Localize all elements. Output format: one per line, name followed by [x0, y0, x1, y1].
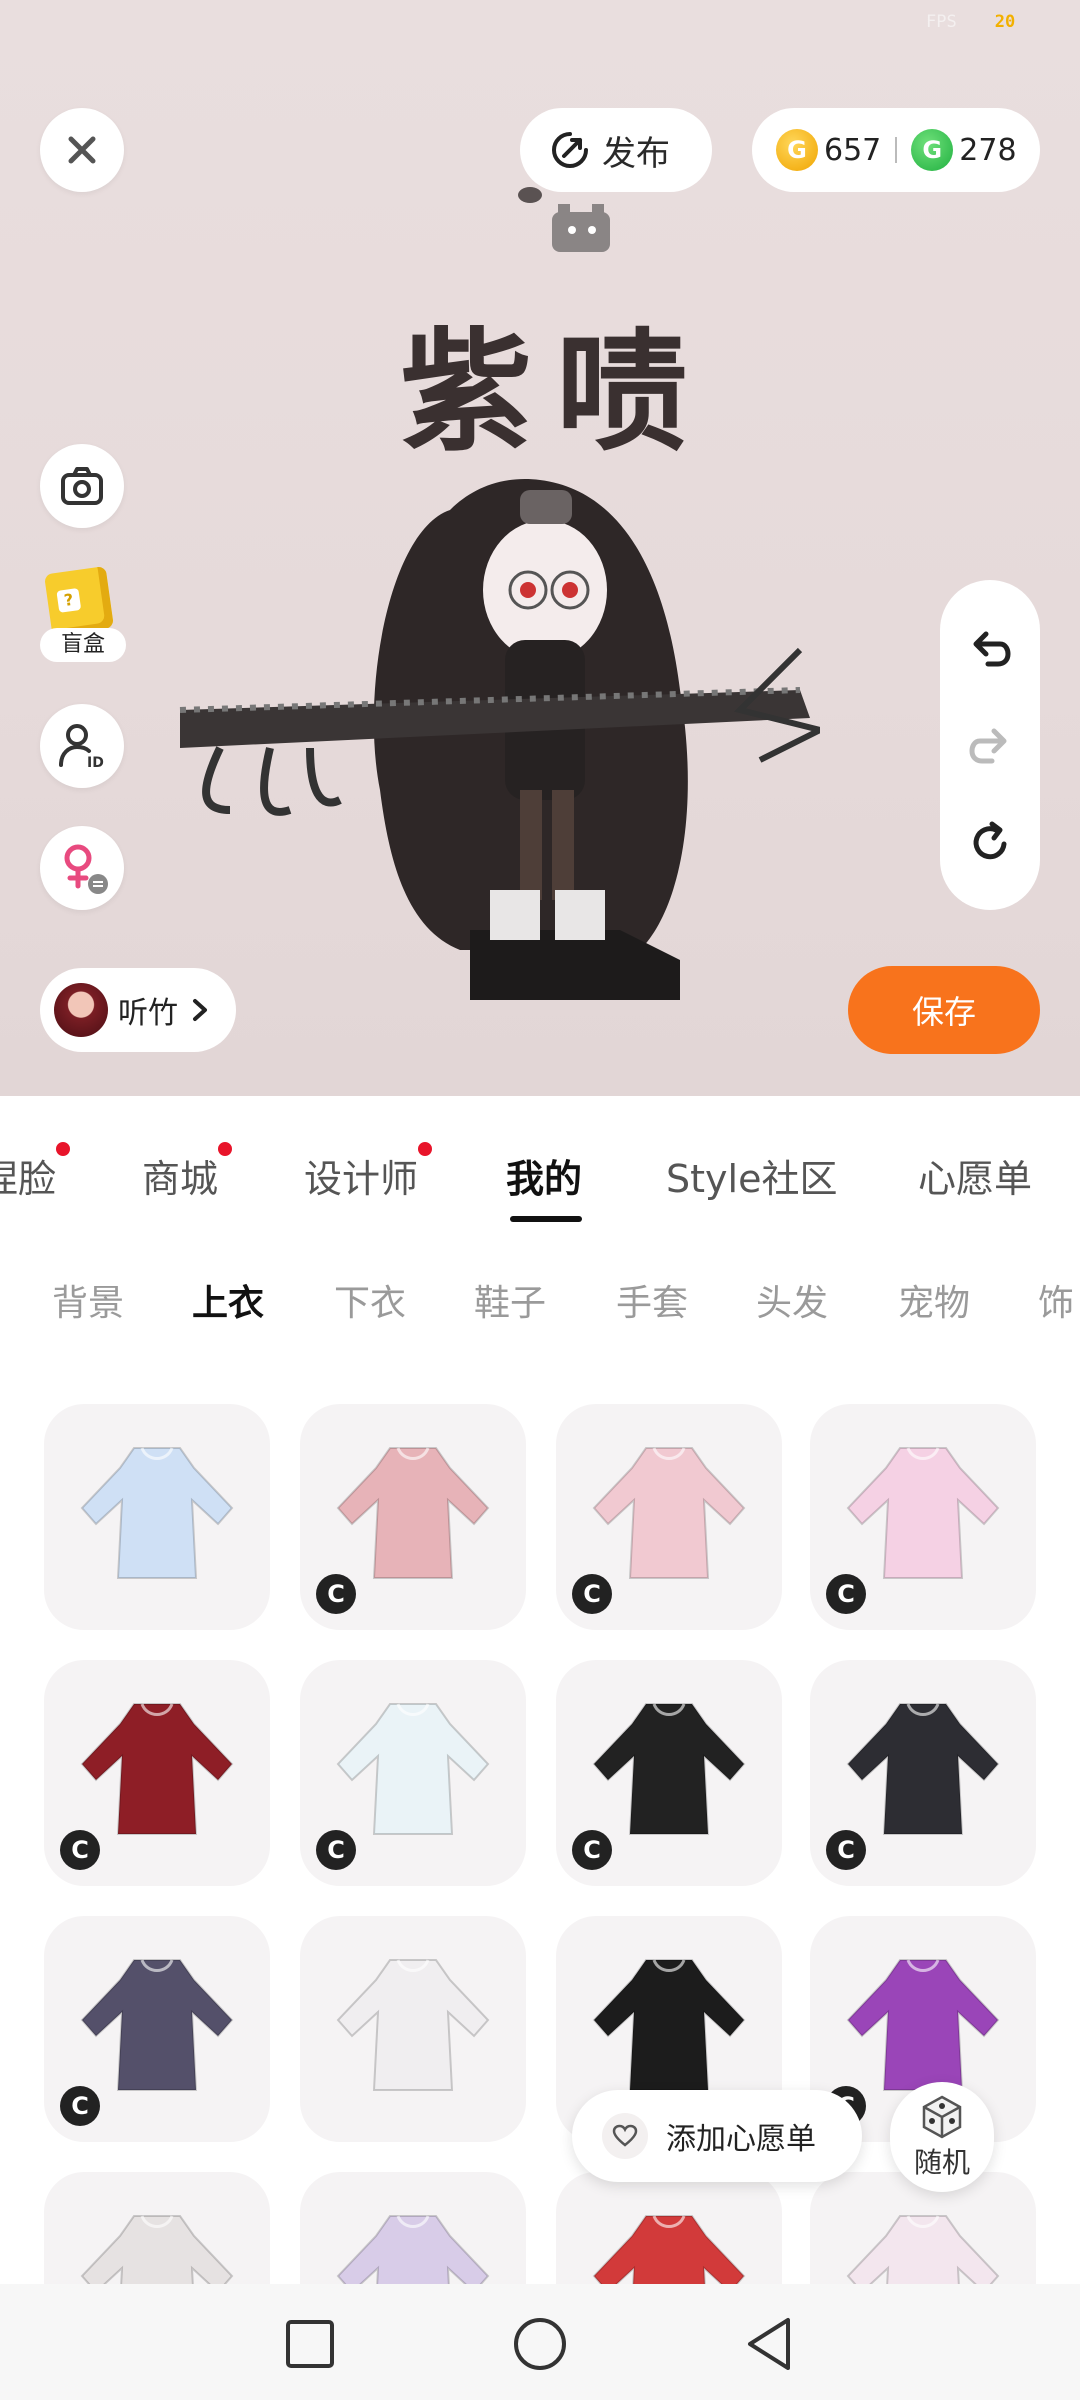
clothing-thumbnail [336, 1447, 490, 1579]
publish-label: 发布 [602, 133, 670, 174]
add-wishlist-button[interactable]: 添加心愿单 [572, 2090, 862, 2182]
history-controls [940, 580, 1040, 910]
notification-dot [418, 1142, 433, 1156]
chevron-right-icon [193, 999, 207, 1021]
camera-button[interactable] [40, 444, 124, 528]
fps-counter: FPS 20 [926, 12, 1016, 32]
clothing-thumbnail [846, 2215, 1000, 2284]
tab-style-community[interactable]: Style社区 [666, 1148, 837, 1203]
green-coin-icon: G [911, 129, 954, 171]
main-tabs: 捏脸 商城 设计师 我的 Style社区 心愿单 [0, 1096, 1080, 1236]
category-tops[interactable]: 上衣 [192, 1274, 264, 1326]
blind-box-label: 盲盒 [40, 628, 126, 662]
creator-badge-icon: C [572, 1830, 612, 1870]
dice-icon [922, 2095, 962, 2139]
clothing-item-white-pink-blouse[interactable] [810, 2172, 1036, 2284]
category-shoes[interactable]: 鞋子 [474, 1274, 546, 1326]
reset-icon[interactable] [966, 818, 1014, 866]
clothing-item-lavender-gown[interactable] [300, 2172, 526, 2284]
save-button[interactable]: 保存 [848, 966, 1040, 1054]
user-name: 听竹 [118, 996, 178, 1031]
wishlist-label: 添加心愿单 [666, 2122, 816, 2157]
clothing-thumbnail [592, 2215, 746, 2284]
tab-mine[interactable]: 我的 [506, 1148, 582, 1203]
blind-box-button[interactable]: ? 盲盒 [40, 565, 126, 662]
undo-icon[interactable] [966, 624, 1014, 672]
creator-badge-icon: C [826, 1830, 866, 1870]
category-gloves[interactable]: 手套 [616, 1274, 688, 1326]
clothing-thumbnail [592, 1447, 746, 1579]
creator-badge-icon: C [316, 1574, 356, 1614]
gold-coin-icon: G [776, 129, 818, 171]
gender-switch-button[interactable] [40, 826, 124, 910]
clothing-thumbnail [80, 1447, 234, 1579]
currency-divider [895, 137, 898, 163]
tab-shop[interactable]: 商城 [142, 1142, 233, 1203]
clothing-thumbnail [592, 1703, 746, 1835]
camera-icon [61, 467, 103, 505]
clothing-item-red-riding-hood-dress[interactable]: C [44, 1660, 270, 1886]
character-title-art: 紫啧 [400, 315, 712, 470]
creator-badge-icon: C [572, 1574, 612, 1614]
clothing-thumbnail [336, 1703, 490, 1835]
female-gender-icon [64, 844, 108, 894]
category-background[interactable]: 背景 [52, 1274, 124, 1326]
heart-icon [602, 2113, 648, 2159]
creator-badge-icon: C [826, 1574, 866, 1614]
tab-face[interactable]: 捏脸 [0, 1142, 71, 1203]
back-button[interactable] [742, 2316, 798, 2372]
category-hair[interactable]: 头发 [756, 1274, 828, 1326]
clothing-item-white-sheer-top[interactable]: C [300, 1660, 526, 1886]
clothing-item-blue-lolita-dress[interactable] [44, 1404, 270, 1630]
notification-dot [56, 1142, 71, 1156]
clothing-item-white-graphic-shirt[interactable] [44, 2172, 270, 2284]
clothing-thumbnail [846, 1703, 1000, 1835]
user-id-icon: ID [59, 724, 104, 771]
active-tab-indicator [510, 1216, 582, 1222]
recent-apps-button[interactable] [282, 2316, 338, 2372]
random-button[interactable]: 随机 [890, 2082, 994, 2192]
tab-wishlist[interactable]: 心愿单 [918, 1148, 1032, 1203]
category-accessories[interactable]: 饰 [1038, 1274, 1074, 1326]
category-tabs: 背景 上衣 下衣 鞋子 手套 头发 宠物 饰 [0, 1264, 1080, 1364]
clothing-item-white-bunny-hoodie[interactable] [300, 1916, 526, 2142]
category-pets[interactable]: 宠物 [898, 1274, 970, 1326]
clothing-item-pink-bunny-hoodie[interactable]: C [556, 1404, 782, 1630]
system-navigation-bar [0, 2284, 1080, 2400]
notification-dot [218, 1142, 233, 1156]
blind-box-icon: ? [43, 565, 115, 637]
clothing-thumbnail [80, 1703, 234, 1835]
home-button[interactable] [512, 2316, 568, 2372]
close-button[interactable] [40, 108, 124, 192]
green-amount: 278 [959, 132, 1017, 168]
clothing-thumbnail [846, 1447, 1000, 1579]
publish-icon [552, 132, 588, 168]
clothing-item-pink-ruffle-top[interactable]: C [300, 1404, 526, 1630]
clothing-thumbnail [336, 2215, 490, 2284]
clothing-thumbnail [80, 1959, 234, 2091]
creator-badge-icon: C [316, 1830, 356, 1870]
random-label: 随机 [913, 2146, 970, 2179]
creator-badge-icon: C [60, 1830, 100, 1870]
category-bottoms[interactable]: 下衣 [334, 1274, 406, 1326]
close-icon [68, 136, 96, 164]
avatar-id-button[interactable]: ID [40, 704, 124, 788]
redo-icon[interactable] [966, 721, 1014, 769]
clothing-thumbnail [336, 1959, 490, 2091]
svg-text:ID: ID [87, 755, 104, 771]
avatar-stage[interactable]: FPS 20 发布 G 657 G 278 紫啧 ? 盲盒 ID 听竹 保存 [0, 0, 1080, 1096]
gold-amount: 657 [824, 132, 882, 168]
avatar [54, 983, 108, 1037]
clothing-item-black-sailor-top[interactable]: C [810, 1660, 1036, 1886]
creator-badge-icon: C [60, 2086, 100, 2126]
clothing-item-pink-butterfly-dress[interactable]: C [810, 1404, 1036, 1630]
clothing-item-striped-sleeve-dress[interactable]: C [44, 1916, 270, 2142]
clothing-thumbnail [592, 1959, 746, 2091]
user-profile-button[interactable]: 听竹 [40, 968, 236, 1052]
clothing-item-red-white-dress[interactable] [556, 2172, 782, 2284]
clothing-thumbnail [80, 2215, 234, 2284]
clothing-item-black-maid-jacket[interactable]: C [556, 1660, 782, 1886]
tab-designer[interactable]: 设计师 [304, 1142, 433, 1203]
